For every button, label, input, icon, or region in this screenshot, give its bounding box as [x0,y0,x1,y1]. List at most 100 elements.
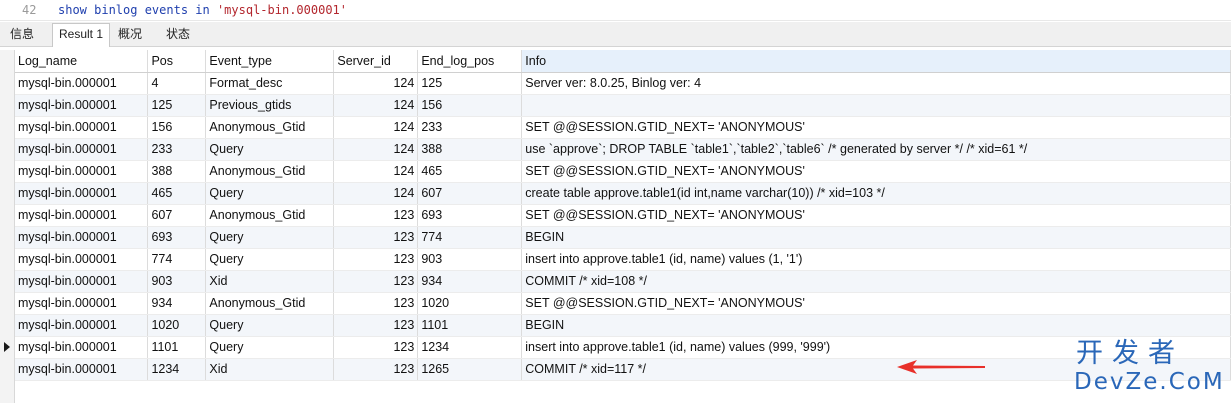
cell-log-name[interactable]: mysql-bin.000001 [15,72,149,95]
cell-event-type[interactable]: Query [205,314,335,337]
cell-log-name[interactable]: mysql-bin.000001 [15,292,149,315]
table-row[interactable]: mysql-bin.000001 693 Query 123 774 BEGIN [15,226,1231,249]
cell-pos[interactable]: 1234 [147,358,207,381]
cell-info[interactable]: SET @@SESSION.GTID_NEXT= 'ANONYMOUS' [521,292,1231,315]
cell-pos[interactable]: 693 [147,226,207,249]
cell-end-log-pos[interactable]: 934 [417,270,523,293]
column-header-end-log-pos[interactable]: End_log_pos [417,50,523,73]
cell-server-id[interactable]: 123 [333,248,419,271]
column-header-info[interactable]: Info [521,50,1231,73]
result-grid[interactable]: Log_name Pos Event_type Server_id End_log_po… [0,50,1231,403]
column-header-log-name[interactable]: Log_name [15,50,149,73]
cell-info[interactable]: SET @@SESSION.GTID_NEXT= 'ANONYMOUS' [521,204,1231,227]
cell-event-type[interactable]: Format_desc [205,72,335,95]
cell-server-id[interactable]: 124 [333,138,419,161]
cell-server-id[interactable]: 123 [333,314,419,337]
cell-server-id[interactable]: 123 [333,292,419,315]
cell-event-type[interactable]: Query [205,182,335,205]
cell-info[interactable]: BEGIN [521,226,1231,249]
column-header-event-type[interactable]: Event_type [205,50,335,73]
cell-info[interactable] [521,94,1231,117]
cell-log-name[interactable]: mysql-bin.000001 [15,204,149,227]
cell-server-id[interactable]: 124 [333,116,419,139]
cell-pos[interactable]: 4 [147,72,207,95]
cell-pos[interactable]: 934 [147,292,207,315]
tab-status[interactable]: 状态 [160,24,196,45]
cell-end-log-pos[interactable]: 233 [417,116,523,139]
cell-event-type[interactable]: Query [205,336,335,359]
cell-pos[interactable]: 156 [147,116,207,139]
cell-event-type[interactable]: Query [205,248,335,271]
cell-pos[interactable]: 465 [147,182,207,205]
cell-info[interactable]: SET @@SESSION.GTID_NEXT= 'ANONYMOUS' [521,160,1231,183]
table-row[interactable]: mysql-bin.000001 903 Xid 123 934 COMMIT /* xi… [15,270,1231,293]
table-row[interactable]: mysql-bin.000001 1020 Query 123 1101 BEGIN [15,314,1231,337]
table-row[interactable]: mysql-bin.000001 233 Query 124 388 use `appro… [15,138,1231,161]
cell-end-log-pos[interactable]: 156 [417,94,523,117]
cell-log-name[interactable]: mysql-bin.000001 [15,116,149,139]
cell-log-name[interactable]: mysql-bin.000001 [15,248,149,271]
cell-log-name[interactable]: mysql-bin.000001 [15,358,149,381]
cell-pos[interactable]: 388 [147,160,207,183]
table-row[interactable]: mysql-bin.000001 465 Query 124 607 create tab… [15,182,1231,205]
cell-log-name[interactable]: mysql-bin.000001 [15,226,149,249]
cell-info[interactable]: use `approve`; DROP TABLE `table1`,`tabl… [521,138,1231,161]
cell-info[interactable]: COMMIT /* xid=108 */ [521,270,1231,293]
cell-pos[interactable]: 125 [147,94,207,117]
cell-server-id[interactable]: 123 [333,270,419,293]
cell-pos[interactable]: 903 [147,270,207,293]
cell-event-type[interactable]: Anonymous_Gtid [205,292,335,315]
cell-server-id[interactable]: 123 [333,204,419,227]
cell-event-type[interactable]: Previous_gtids [205,94,335,117]
cell-pos[interactable]: 233 [147,138,207,161]
sql-editor-line[interactable]: 42 show binlog events in 'mysql-bin.0000… [0,0,1231,21]
cell-end-log-pos[interactable]: 388 [417,138,523,161]
sql-statement[interactable]: show binlog events in 'mysql-bin.000001' [58,0,347,20]
cell-log-name[interactable]: mysql-bin.000001 [15,138,149,161]
table-row[interactable]: mysql-bin.000001 1234 Xid 123 1265 COMMIT /* … [15,358,1231,381]
cell-end-log-pos[interactable]: 693 [417,204,523,227]
cell-end-log-pos[interactable]: 1101 [417,314,523,337]
cell-end-log-pos[interactable]: 1234 [417,336,523,359]
cell-end-log-pos[interactable]: 607 [417,182,523,205]
column-header-pos[interactable]: Pos [147,50,207,73]
table-row[interactable]: mysql-bin.000001 156 Anonymous_Gtid 124 233 S… [15,116,1231,139]
cell-info[interactable]: Server ver: 8.0.25, Binlog ver: 4 [521,72,1231,95]
cell-log-name[interactable]: mysql-bin.000001 [15,94,149,117]
cell-end-log-pos[interactable]: 903 [417,248,523,271]
cell-server-id[interactable]: 123 [333,358,419,381]
cell-server-id[interactable]: 124 [333,72,419,95]
table-row[interactable]: mysql-bin.000001 1101 Query 123 1234 insert i… [15,336,1231,359]
table-row[interactable]: mysql-bin.000001 125 Previous_gtids 124 156 [15,94,1231,117]
cell-server-id[interactable]: 123 [333,336,419,359]
cell-server-id[interactable]: 124 [333,182,419,205]
cell-log-name[interactable]: mysql-bin.000001 [15,314,149,337]
cell-event-type[interactable]: Query [205,138,335,161]
cell-end-log-pos[interactable]: 1020 [417,292,523,315]
cell-event-type[interactable]: Anonymous_Gtid [205,160,335,183]
cell-log-name[interactable]: mysql-bin.000001 [15,182,149,205]
cell-event-type[interactable]: Anonymous_Gtid [205,116,335,139]
cell-log-name[interactable]: mysql-bin.000001 [15,270,149,293]
column-header-server-id[interactable]: Server_id [333,50,419,73]
cell-pos[interactable]: 774 [147,248,207,271]
cell-log-name[interactable]: mysql-bin.000001 [15,160,149,183]
table-row[interactable]: mysql-bin.000001 4 Format_desc 124 125 Server… [15,72,1231,95]
cell-info[interactable]: insert into approve.table1 (id, name) va… [521,248,1231,271]
tab-overview[interactable]: 概况 [112,24,148,45]
cell-event-type[interactable]: Query [205,226,335,249]
cell-log-name[interactable]: mysql-bin.000001 [15,336,149,359]
cell-end-log-pos[interactable]: 774 [417,226,523,249]
cell-end-log-pos[interactable]: 125 [417,72,523,95]
tab-info[interactable]: 信息 [4,24,40,45]
cell-info[interactable]: create table approve.table1(id int,name … [521,182,1231,205]
table-row[interactable]: mysql-bin.000001 388 Anonymous_Gtid 124 465 S… [15,160,1231,183]
cell-event-type[interactable]: Anonymous_Gtid [205,204,335,227]
cell-pos[interactable]: 1020 [147,314,207,337]
table-row[interactable]: mysql-bin.000001 607 Anonymous_Gtid 123 693 S… [15,204,1231,227]
table-row[interactable]: mysql-bin.000001 774 Query 123 903 insert int… [15,248,1231,271]
cell-server-id[interactable]: 123 [333,226,419,249]
cell-pos[interactable]: 1101 [147,336,207,359]
tab-result-1[interactable]: Result 1 [52,23,111,47]
cell-info[interactable]: SET @@SESSION.GTID_NEXT= 'ANONYMOUS' [521,116,1231,139]
